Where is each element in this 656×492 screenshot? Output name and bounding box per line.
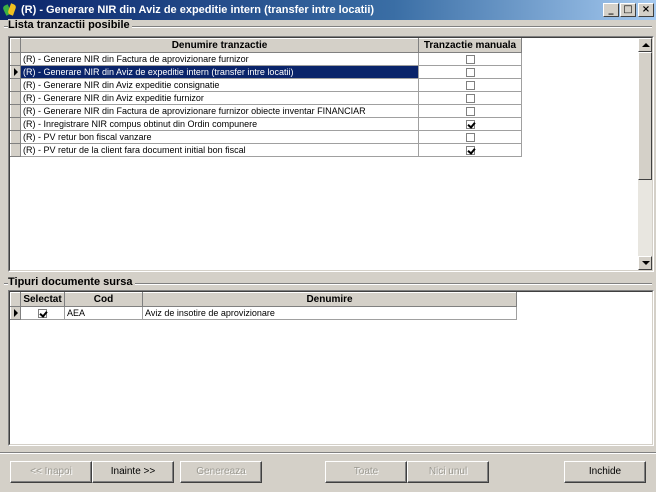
transactions-table: Denumire tranzactie Tranzactie manuala (… [10, 38, 522, 157]
manual-cell[interactable] [418, 143, 522, 157]
manual-cell[interactable] [418, 117, 522, 131]
table-row[interactable]: (R) - Generare NIR din Factura de aprovi… [10, 52, 522, 66]
transaction-name-cell[interactable]: (R) - Generare NIR din Aviz expeditie fu… [20, 91, 419, 105]
transaction-name-cell[interactable]: (R) - PV retur bon fiscal vanzare [20, 130, 419, 144]
app-logo-icon [2, 3, 17, 17]
manual-checkbox[interactable] [465, 81, 475, 91]
arrow-up-icon [642, 43, 650, 47]
transaction-name-cell[interactable]: (R) - Generare NIR din Factura de aprovi… [20, 104, 419, 118]
manual-cell[interactable] [418, 65, 522, 79]
row-indicator[interactable] [10, 65, 21, 79]
table-row[interactable]: (R) - PV retur bon fiscal vanzare [10, 130, 522, 144]
transactions-group-label: Lista tranzactii posibile [8, 19, 132, 31]
source-docs-grid[interactable]: Selectat Cod Denumire AEA Aviz de insotir… [8, 290, 654, 446]
manual-checkbox[interactable] [465, 94, 475, 104]
row-indicator-header [10, 292, 21, 307]
selected-checkbox[interactable] [38, 309, 47, 319]
manual-checkbox[interactable] [465, 120, 475, 130]
maximize-button[interactable]: □ [620, 3, 636, 17]
row-indicator[interactable] [10, 52, 21, 66]
select-none-button[interactable]: Nici unul [407, 461, 489, 483]
description-cell[interactable]: Aviz de insotire de aprovizionare [142, 306, 517, 320]
table-row[interactable]: (R) - PV retur de la client fara documen… [10, 143, 522, 157]
row-indicator[interactable] [10, 104, 21, 118]
title-bar[interactable]: (R) - Generare NIR din Aviz de expeditie… [0, 0, 656, 20]
transaction-name-cell[interactable]: (R) - Generare NIR din Aviz expeditie co… [20, 78, 419, 92]
footer-divider [0, 452, 656, 454]
current-row-arrow-icon [14, 68, 18, 76]
column-header-name[interactable]: Denumire tranzactie [20, 38, 419, 53]
manual-checkbox[interactable] [465, 68, 475, 78]
row-indicator[interactable] [10, 91, 21, 105]
minimize-button[interactable]: _ [603, 3, 619, 17]
column-header-description[interactable]: Denumire [142, 292, 517, 307]
column-header-selected[interactable]: Selectat [20, 292, 65, 307]
transaction-name-cell[interactable]: (R) - PV retur de la client fara documen… [20, 143, 419, 157]
source-docs-table: Selectat Cod Denumire AEA Aviz de insotir… [10, 292, 517, 320]
manual-cell[interactable] [418, 130, 522, 144]
table-row[interactable]: (R) - Inregistrare NIR compus obtinut di… [10, 117, 522, 131]
window-title: (R) - Generare NIR din Aviz de expeditie… [21, 4, 375, 16]
column-header-code[interactable]: Cod [64, 292, 143, 307]
manual-cell[interactable] [418, 91, 522, 105]
table-row[interactable]: (R) - Generare NIR din Factura de aprovi… [10, 104, 522, 118]
manual-checkbox[interactable] [465, 133, 475, 143]
manual-cell[interactable] [418, 52, 522, 66]
table-row[interactable]: AEA Aviz de insotire de aprovizionare [10, 306, 517, 320]
selected-cell[interactable] [20, 306, 65, 320]
manual-cell[interactable] [418, 104, 522, 118]
transaction-name-cell[interactable]: (R) - Generare NIR din Factura de aprovi… [20, 52, 419, 66]
transactions-grid[interactable]: Denumire tranzactie Tranzactie manuala (… [8, 36, 654, 272]
row-indicator[interactable] [10, 78, 21, 92]
close-window-button[interactable]: × [638, 3, 654, 17]
column-header-manual[interactable]: Tranzactie manuala [418, 38, 522, 53]
row-indicator[interactable] [10, 117, 21, 131]
scroll-down-button[interactable] [638, 256, 652, 270]
transactions-scrollbar[interactable] [638, 38, 652, 270]
manual-cell[interactable] [418, 78, 522, 92]
generate-button[interactable]: Genereaza [180, 461, 262, 483]
select-all-button[interactable]: Toate [325, 461, 407, 483]
table-row[interactable]: (R) - Generare NIR din Aviz de expeditie… [10, 65, 522, 79]
back-button[interactable]: << Inapoi [10, 461, 92, 483]
row-indicator[interactable] [10, 130, 21, 144]
scroll-up-button[interactable] [638, 38, 652, 52]
manual-checkbox[interactable] [465, 107, 475, 117]
manual-checkbox[interactable] [465, 146, 475, 156]
table-row[interactable]: (R) - Generare NIR din Aviz expeditie fu… [10, 91, 522, 105]
scroll-thumb[interactable] [638, 52, 652, 180]
transaction-name-cell[interactable]: (R) - Inregistrare NIR compus obtinut di… [20, 117, 419, 131]
next-button[interactable]: Inainte >> [92, 461, 174, 483]
row-indicator[interactable] [10, 306, 21, 320]
row-indicator-header [10, 38, 21, 53]
source-docs-group-label: Tipuri documente sursa [8, 276, 135, 288]
transaction-name-cell[interactable]: (R) - Generare NIR din Aviz de expeditie… [20, 65, 419, 79]
close-button[interactable]: Inchide [564, 461, 646, 483]
code-cell[interactable]: AEA [64, 306, 143, 320]
row-indicator[interactable] [10, 143, 21, 157]
table-row[interactable]: (R) - Generare NIR din Aviz expeditie co… [10, 78, 522, 92]
arrow-down-icon [642, 261, 650, 265]
manual-checkbox[interactable] [465, 55, 475, 65]
current-row-arrow-icon [14, 309, 18, 317]
